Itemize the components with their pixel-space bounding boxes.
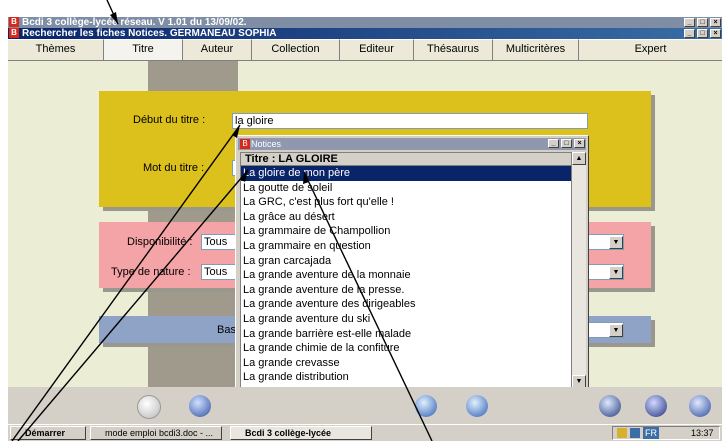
list-item[interactable]: La gran carcajada [241, 254, 571, 269]
notices-window: B Notices _ □ × Titre : LA GLOIRE La glo… [235, 135, 589, 390]
list-item[interactable]: La grande aventure du ski [241, 312, 571, 327]
tab-editeur[interactable]: Editeur [340, 39, 414, 60]
close-button[interactable]: × [710, 18, 721, 27]
settings-icon[interactable] [189, 395, 211, 417]
tab-thesaurus[interactable]: Thésaurus [414, 39, 493, 60]
tab-titre[interactable]: Titre [104, 39, 183, 60]
list-item[interactable]: La grammaire en question [241, 239, 571, 254]
debut-titre-label: Début du titre : [133, 114, 206, 126]
notices-scrollbar[interactable]: ▲ ▼ [572, 152, 586, 388]
globe-search-icon[interactable] [466, 395, 488, 417]
list-item[interactable]: La grande distribution [241, 370, 571, 385]
taskbar-item-word[interactable]: mode emploi bcdi3.doc - ... [90, 426, 222, 440]
disponibilite-select[interactable]: Tous [201, 234, 237, 250]
app-icon: B [9, 17, 19, 27]
tab-collection[interactable]: Collection [252, 39, 340, 60]
scroll-up-icon[interactable]: ▲ [572, 152, 586, 165]
base-label: Bas [217, 324, 236, 336]
list-item[interactable]: La grâce au désert [241, 210, 571, 225]
refresh-icon[interactable] [137, 395, 161, 419]
child-close-button[interactable]: × [710, 29, 721, 38]
book-icon[interactable] [599, 395, 621, 417]
notices-window-controls: _ □ × [547, 138, 586, 149]
notices-list-header: Titre : LA GLOIRE [241, 153, 571, 166]
disponibilite-select-end[interactable]: ▼ [588, 234, 624, 250]
list-item[interactable]: La grande crevasse [241, 356, 571, 371]
network-icon[interactable] [630, 428, 640, 438]
app-window-controls: _ □ × [683, 17, 722, 28]
language-indicator[interactable]: FR [643, 427, 659, 439]
child-maximize-button[interactable]: □ [697, 29, 708, 38]
type-nature-select[interactable]: Tous [201, 264, 237, 280]
list-item[interactable]: La GRC, c'est plus fort qu'elle ! [241, 195, 571, 210]
type-nature-label: Type de nature : [111, 266, 191, 278]
tab-multicriteres[interactable]: Multicritères [493, 39, 579, 60]
notices-minimize-button[interactable]: _ [548, 139, 559, 148]
help-icon[interactable] [689, 395, 711, 417]
taskbar-item-bcdi[interactable]: Bcdi 3 collège-lycée [230, 426, 372, 440]
system-tray: FR 13:37 [612, 426, 720, 440]
notices-maximize-button[interactable]: □ [561, 139, 572, 148]
tab-auteur[interactable]: Auteur [183, 39, 252, 60]
debut-titre-input[interactable]: la gloire [232, 113, 588, 129]
notices-title-bar: B Notices _ □ × [238, 138, 586, 150]
list-item[interactable]: La goutte de soleil [241, 181, 571, 196]
list-item[interactable]: La gloire de mon père [241, 166, 571, 181]
child-minimize-button[interactable]: _ [684, 29, 695, 38]
chevron-down-icon[interactable]: ▼ [609, 266, 623, 279]
child-window-controls: _ □ × [683, 28, 722, 39]
clock: 13:37 [691, 428, 714, 438]
notices-list[interactable]: Titre : LA GLOIRE La gloire de mon père … [240, 152, 572, 388]
child-title: Rechercher les fiches Notices. GERMANEAU… [22, 28, 277, 39]
child-app-icon: B [9, 28, 19, 38]
start-button[interactable]: Démarrer [10, 426, 86, 440]
minimize-button[interactable]: _ [684, 18, 695, 27]
notices-title: Notices [251, 139, 282, 149]
volume-icon[interactable] [617, 428, 627, 438]
list-item[interactable]: La grande aventure de la monnaie [241, 268, 571, 283]
search-tabs: Thèmes Titre Auteur Collection Editeur T… [8, 39, 722, 61]
mot-titre-label: Mot du titre : [143, 162, 205, 174]
app-title: Bcdi 3 collège-lycée réseau. V 1.01 du 1… [22, 17, 247, 28]
list-item[interactable]: La grande chimie de la confiture [241, 341, 571, 356]
maximize-button[interactable]: □ [697, 18, 708, 27]
notices-app-icon: B [240, 139, 250, 149]
globe-icon[interactable] [415, 395, 437, 417]
disponibilite-label: Disponibilité : [127, 236, 193, 248]
type-nature-select-end[interactable]: ▼ [588, 264, 624, 280]
close-circle-icon[interactable] [645, 395, 667, 417]
tab-themes[interactable]: Thèmes [8, 39, 104, 60]
list-item[interactable]: La grande aventure de la presse. [241, 283, 571, 298]
list-item[interactable]: La grande barrière est-elle malade [241, 327, 571, 342]
notices-close-button[interactable]: × [574, 139, 585, 148]
chevron-down-icon[interactable]: ▼ [609, 324, 623, 337]
chevron-down-icon[interactable]: ▼ [609, 236, 623, 249]
base-select-end[interactable]: ▼ [588, 322, 624, 338]
list-item[interactable]: La grande aventure des dirigeables [241, 297, 571, 312]
app-title-bar: B Bcdi 3 collège-lycée réseau. V 1.01 du… [8, 17, 722, 28]
tab-expert[interactable]: Expert [579, 39, 722, 60]
child-title-bar: B Rechercher les fiches Notices. GERMANE… [8, 28, 722, 39]
list-item[interactable]: La grammaire de Champollion [241, 224, 571, 239]
